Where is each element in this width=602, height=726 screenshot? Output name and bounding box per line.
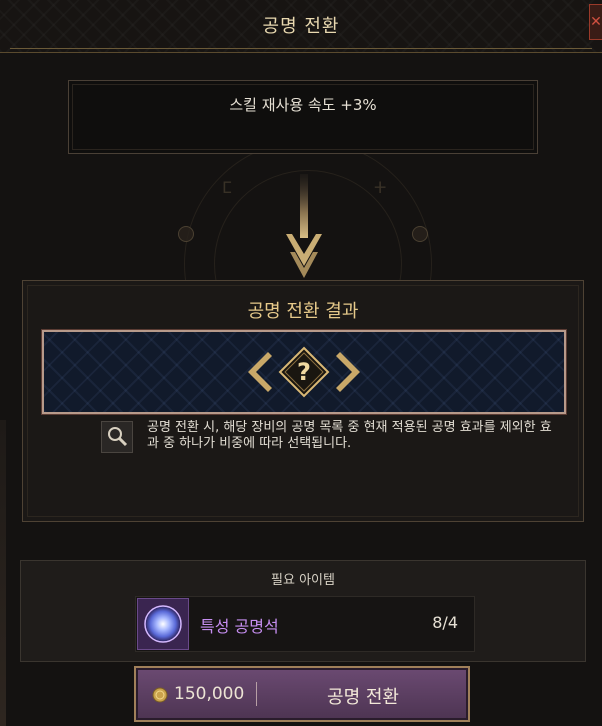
close-icon: ✕ <box>590 14 602 30</box>
down-arrow-icon <box>286 174 322 278</box>
emblem-dot-icon <box>178 226 194 242</box>
required-item-name: 특성 공명석 <box>200 617 279 636</box>
emblem-dot-icon <box>412 226 428 242</box>
button-divider <box>256 682 257 706</box>
convert-button-label: 공명 전환 <box>327 687 399 708</box>
required-items-panel: 필요 아이템 특성 공명석 8/4 <box>20 560 586 662</box>
convert-button[interactable]: 150,000 공명 전환 <box>134 666 470 722</box>
current-effect-box: 스킬 재사용 속도 +3% <box>68 80 538 154</box>
question-mark-icon: ? <box>248 346 360 398</box>
header: 공명 전환 ✕ <box>0 0 602 53</box>
left-edge-decoration <box>0 420 6 726</box>
result-panel: 공명 전환 결과 ? 공명 전환 시, 해당 장비의 공명 목록 중 현재 적용… <box>22 280 584 522</box>
cost-amount: 150,000 <box>174 684 245 704</box>
gold-coin-icon <box>152 687 168 703</box>
result-info-text: 공명 전환 시, 해당 장비의 공명 목록 중 현재 적용된 공명 효과를 제외… <box>147 420 552 451</box>
required-items-title: 필요 아이템 <box>271 573 335 588</box>
magnifier-icon[interactable] <box>101 421 133 453</box>
resonance-stone-icon <box>137 598 189 650</box>
required-item-count: 8/4 <box>432 613 458 632</box>
svg-text:?: ? <box>297 358 311 386</box>
page-title: 공명 전환 <box>262 16 340 37</box>
rune-icon: ⵎ <box>222 178 232 197</box>
close-button[interactable]: ✕ <box>589 4 602 40</box>
rune-icon: ⵜ <box>374 178 387 197</box>
required-item-row[interactable]: 특성 공명석 8/4 <box>135 596 475 652</box>
result-title: 공명 전환 결과 <box>247 301 359 322</box>
current-effect-text: 스킬 재사용 속도 +3% <box>229 96 377 114</box>
header-divider <box>10 48 592 49</box>
result-slot: ? <box>41 329 567 415</box>
